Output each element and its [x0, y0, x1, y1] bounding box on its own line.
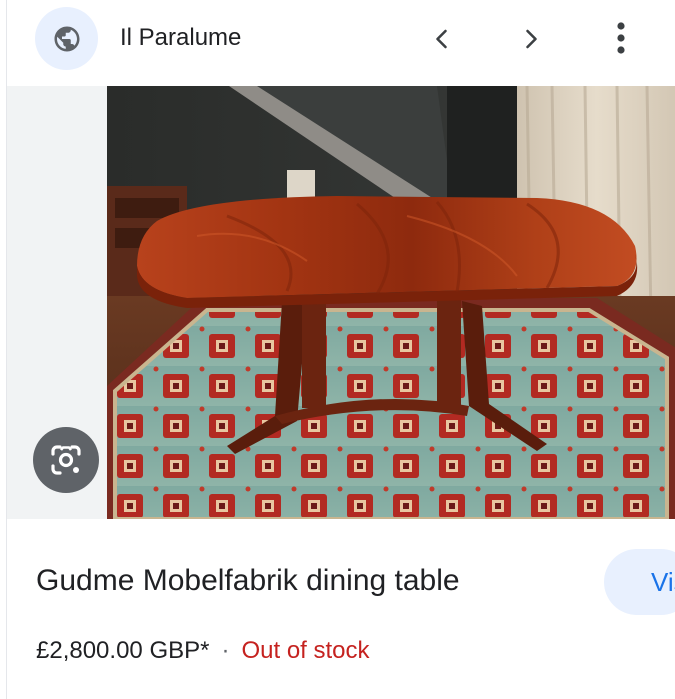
more-options-button[interactable]: [603, 15, 639, 61]
visual-search-button[interactable]: [33, 427, 99, 493]
product-panel: Il Paralume Gudme Mobelfabrik dining tab…: [6, 0, 675, 699]
site-favicon[interactable]: [35, 7, 98, 70]
chevron-right-icon: [526, 29, 537, 49]
next-button[interactable]: [509, 17, 553, 61]
separator-dot: ·: [221, 637, 230, 664]
more-vert-icon: [617, 22, 625, 54]
stock-status: Out of stock: [241, 637, 370, 664]
product-price: £2,800.00 GBP*: [36, 637, 210, 664]
chevron-left-icon: [436, 29, 447, 49]
site-name[interactable]: Il Paralume: [120, 23, 241, 53]
google-lens-icon: [51, 445, 81, 475]
product-title[interactable]: Gudme Mobelfabrik dining table: [36, 562, 460, 600]
product-media: [7, 86, 675, 519]
previous-button[interactable]: [420, 17, 464, 61]
dining-table-photo: [107, 86, 675, 519]
visit-button-label: Visit: [651, 567, 675, 597]
globe-icon: [54, 26, 79, 51]
price-row: £2,800.00 GBP* · Out of stock: [36, 636, 370, 666]
panel-header: Il Paralume: [7, 0, 675, 86]
product-image[interactable]: [107, 86, 675, 519]
visit-button[interactable]: Visit: [604, 549, 675, 615]
